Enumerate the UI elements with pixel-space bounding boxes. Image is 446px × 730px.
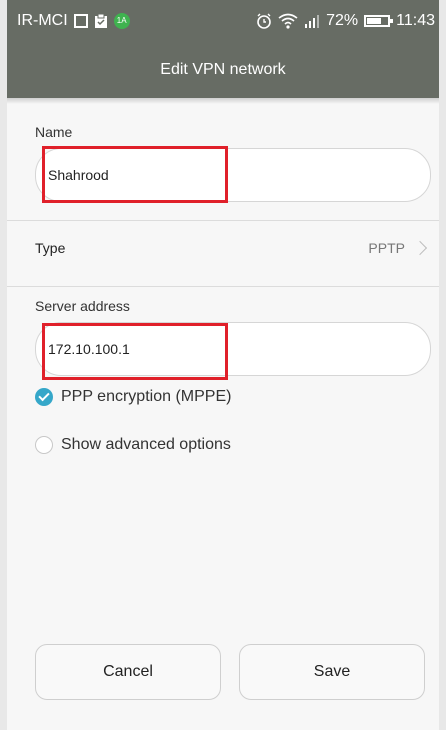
- type-value: PPTP: [368, 240, 405, 256]
- server-address-input[interactable]: 172.10.100.1: [35, 322, 431, 376]
- clock: 11:43: [396, 12, 435, 29]
- name-label: Name: [35, 124, 73, 140]
- cancel-button[interactable]: Cancel: [35, 644, 221, 700]
- image-notif-icon: [73, 14, 88, 28]
- server-address-value: 172.10.100.1: [48, 341, 130, 357]
- type-selector[interactable]: Type PPTP: [7, 221, 439, 275]
- check-icon: [38, 389, 50, 402]
- phone-screen: IR-MCI 1A 72% 11:43 Edit VPN network Nam…: [7, 0, 439, 730]
- show-advanced-label: Show advanced options: [61, 436, 231, 453]
- battery-icon: [364, 15, 394, 27]
- notification-badge-icon: 1A: [113, 13, 130, 29]
- clipboard-icon: [94, 13, 108, 29]
- checkbox-unchecked-icon: [35, 436, 53, 454]
- name-input-value: Shahrood: [48, 167, 109, 183]
- battery-fill: [367, 18, 382, 24]
- ppp-encryption-label: PPP encryption (MPPE): [61, 388, 232, 405]
- carrier-name: IR-MCI: [17, 12, 68, 29]
- ppp-encryption-checkbox[interactable]: PPP encryption (MPPE): [35, 388, 231, 406]
- battery-percent: 72%: [326, 12, 359, 29]
- chevron-right-icon: [412, 240, 428, 256]
- wifi-icon: [278, 13, 298, 29]
- header-shadow: [7, 98, 439, 104]
- type-label: Type: [35, 240, 66, 256]
- status-bar-right: 72% 11:43: [256, 12, 435, 30]
- alarm-icon: [256, 13, 272, 29]
- signal-icon: [304, 14, 320, 28]
- show-advanced-checkbox[interactable]: Show advanced options: [35, 436, 231, 454]
- type-value-wrap: PPTP: [368, 240, 428, 256]
- status-bar: IR-MCI 1A 72% 11:43: [7, 0, 439, 42]
- status-bar-left: IR-MCI 1A: [17, 12, 130, 30]
- server-address-label: Server address: [35, 298, 130, 314]
- name-input[interactable]: Shahrood: [35, 148, 431, 202]
- page-title: Edit VPN network: [7, 42, 439, 98]
- checkbox-checked-icon: [35, 388, 53, 406]
- divider: [7, 286, 439, 287]
- save-button[interactable]: Save: [239, 644, 425, 700]
